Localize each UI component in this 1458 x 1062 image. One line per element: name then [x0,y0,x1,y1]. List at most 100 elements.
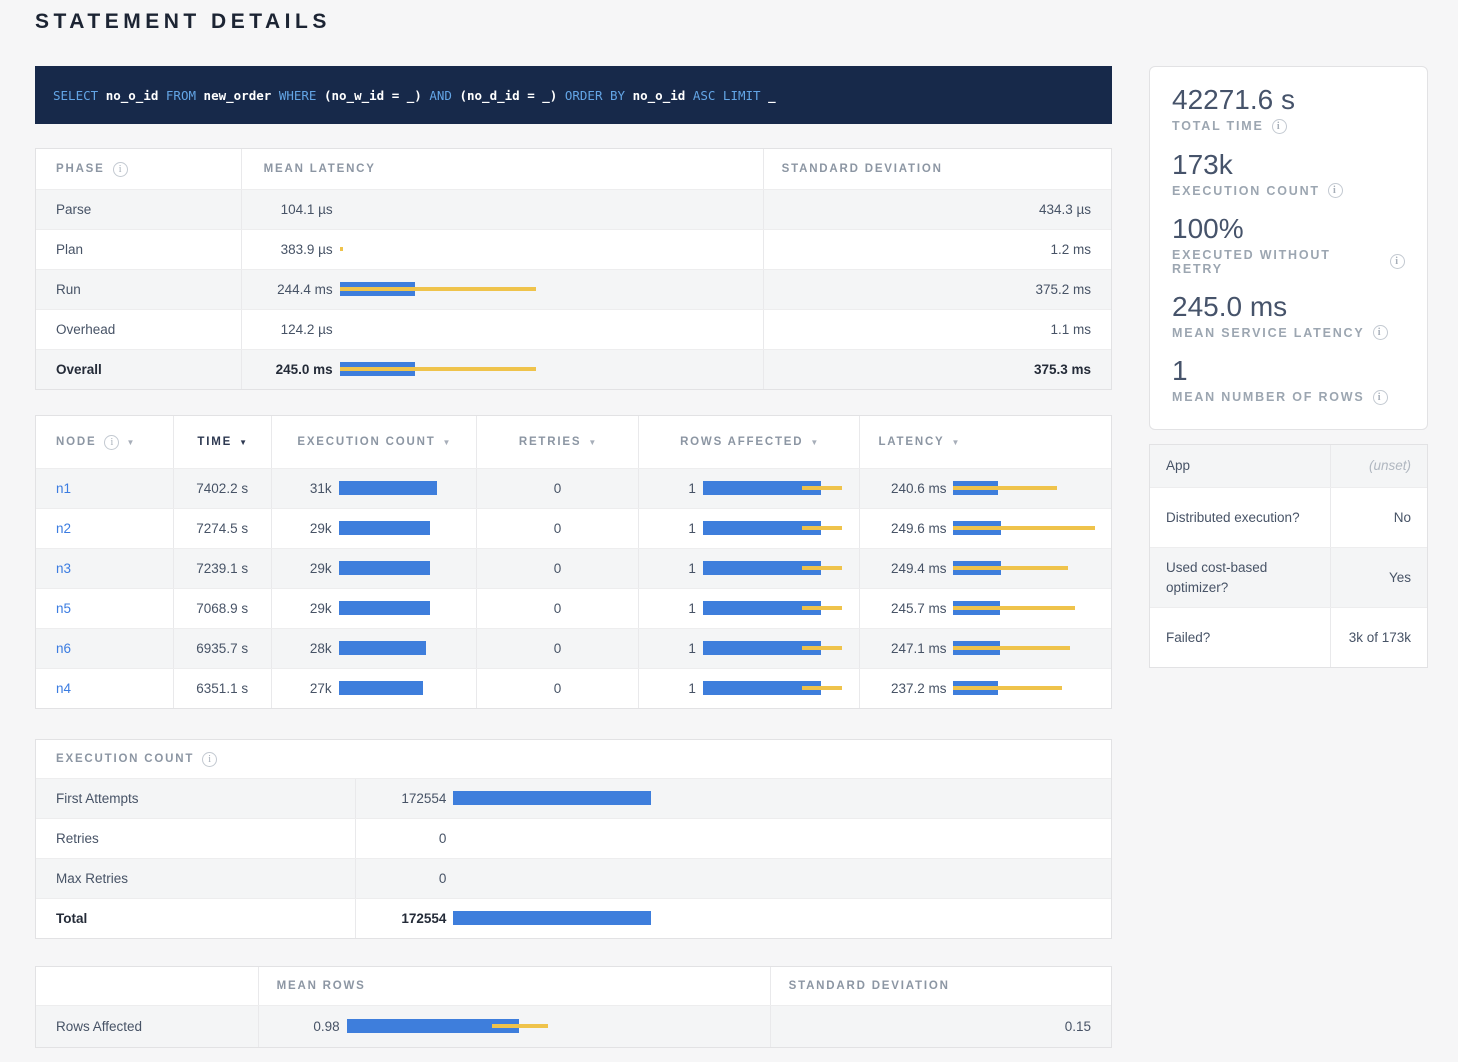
info-icon[interactable]: i [202,752,217,767]
time-cell: 7274.5 s [173,509,271,548]
summary-stats-card: 42271.6 sTOTAL TIMEi173kEXECUTION COUNTi… [1149,66,1428,430]
node-link[interactable]: n5 [56,601,71,616]
sort-desc-icon[interactable]: ▼ [126,438,134,447]
summary-stat-label: EXECUTION COUNTi [1172,183,1405,198]
stat-bar [953,681,1111,696]
mean-bar [339,561,430,575]
column-header-label: ROWS AFFECTED [680,436,803,448]
stddev-bar [953,526,1095,530]
info-icon[interactable]: i [1373,390,1388,405]
mean-latency-value: 244.4 ms [249,282,333,297]
column-header-node[interactable]: NODEi▼ [36,416,173,468]
node-link[interactable]: n4 [56,681,71,696]
mean-bar [453,791,651,805]
rows-affected-label-cell: Rows Affected [36,1006,258,1047]
column-header-execution-count[interactable]: EXECUTION COUNT▼ [271,416,477,468]
column-header-time[interactable]: TIME▼ [173,416,271,468]
sort-desc-icon[interactable]: ▼ [588,438,596,447]
sql-token-keyword: AND [429,88,452,103]
mean-latency-cell: 104.1 µs [241,190,763,229]
stddev-bar [802,566,842,570]
attribute-label-cell: Failed? [1150,608,1330,667]
latency-cell: 237.2 ms [859,669,1111,708]
mean-bar [339,481,437,495]
retries-cell: 0 [476,629,638,668]
node-link[interactable]: n1 [56,481,71,496]
statement-attributes-table: App(unset)Distributed execution?NoUsed c… [1149,444,1428,668]
mean-rows-header-label: MEAN ROWS [277,980,366,992]
time-cell: 6351.1 s [173,669,271,708]
stat-bar [953,601,1111,616]
info-icon[interactable]: i [1390,254,1405,269]
sql-token-ident: (no_d_id = _) [459,88,557,103]
phase-name-cell: Overall [36,350,241,389]
phase-name: Parse [56,202,91,217]
execution-count-header-label: EXECUTION COUNT [56,753,194,765]
execution-count-value-cell: 0 [355,819,1111,858]
execution-count-cell: 27k [271,669,477,708]
column-header-latency[interactable]: LATENCY▼ [859,416,1111,468]
info-icon[interactable]: i [113,162,128,177]
sql-statement-box: SELECT no_o_id FROM new_order WHERE (no_… [35,66,1112,124]
execution-count-label-cell: Max Retries [36,859,355,898]
stat-bar [453,911,1111,926]
info-icon[interactable]: i [1272,119,1287,134]
retries-value: 0 [554,521,562,536]
statement-details-page: STATEMENT DETAILS SELECT no_o_id FROM ne… [0,0,1458,1048]
stat-bar [347,1019,770,1034]
stat-bar [703,681,860,696]
execution-count-row-label: Retries [56,831,99,846]
sql-token-keyword: ORDER BY [565,88,625,103]
attribute-label: App [1166,456,1190,476]
stddev-cell: 434.3 µs [763,190,1111,229]
info-icon[interactable]: i [104,435,119,450]
sort-desc-icon[interactable]: ▼ [443,438,451,447]
per-node-stats-table: NODEi▼TIME▼EXECUTION COUNT▼RETRIES▼ROWS … [35,415,1112,709]
phase-name-cell: Overhead [36,310,241,349]
attribute-value-cell: (unset) [1330,445,1427,487]
stddev-cell: 1.2 ms [763,230,1111,269]
column-header-label: RETRIES [519,436,581,448]
retries-cell: 0 [476,549,638,588]
mean-rows-column-header: MEAN ROWS [258,967,770,1005]
rows-affected-cell: 1 [638,469,860,508]
sort-desc-icon[interactable]: ▼ [810,438,818,447]
retries-cell: 0 [476,509,638,548]
stat-bar [953,521,1111,536]
column-header-retries[interactable]: RETRIES ▼ [476,416,638,468]
node-row: n46351.1 s27k01237.2 ms [36,668,1111,708]
mean-bar [453,911,651,925]
attribute-value-cell: No [1330,488,1427,547]
latency-cell: 240.6 ms [859,469,1111,508]
node-id-cell: n1 [36,469,173,508]
node-link[interactable]: n2 [56,521,71,536]
latency-value: 247.1 ms [866,641,946,656]
phase-name-cell: Plan [36,230,241,269]
sort-desc-icon[interactable]: ▼ [239,438,247,447]
stddev-header-label: STANDARD DEVIATION [782,163,943,175]
sort-desc-icon[interactable]: ▼ [952,438,960,447]
stat-bar [703,481,860,496]
node-link[interactable]: n3 [56,561,71,576]
time-cell: 7068.9 s [173,589,271,628]
mean-bar [339,521,430,535]
execution-count-header-row: EXECUTION COUNT i [36,740,1111,778]
execution-count-row: Total172554 [36,898,1111,938]
column-header-rows-affected[interactable]: ROWS AFFECTED ▼ [638,416,860,468]
attribute-row: Distributed execution?No [1150,487,1427,547]
info-icon[interactable]: i [1328,183,1343,198]
summary-stat: 42271.6 sTOTAL TIMEi [1172,83,1405,134]
info-icon[interactable]: i [1373,325,1388,340]
node-link[interactable]: n6 [56,641,71,656]
phase-row: Overall245.0 ms375.3 ms [36,349,1111,389]
phase-name: Overhead [56,322,115,337]
summary-stat-label: TOTAL TIMEi [1172,119,1405,134]
execution-count-value: 29k [278,561,332,576]
node-id-cell: n4 [36,669,173,708]
execution-count-label-cell: Retries [36,819,355,858]
sql-token-ident: no_o_id [106,88,159,103]
latency-value: 245.7 ms [866,601,946,616]
mean-latency-header-label: MEAN LATENCY [264,163,376,175]
stat-bar [340,282,763,297]
attribute-value-cell: 3k of 173k [1330,608,1427,667]
